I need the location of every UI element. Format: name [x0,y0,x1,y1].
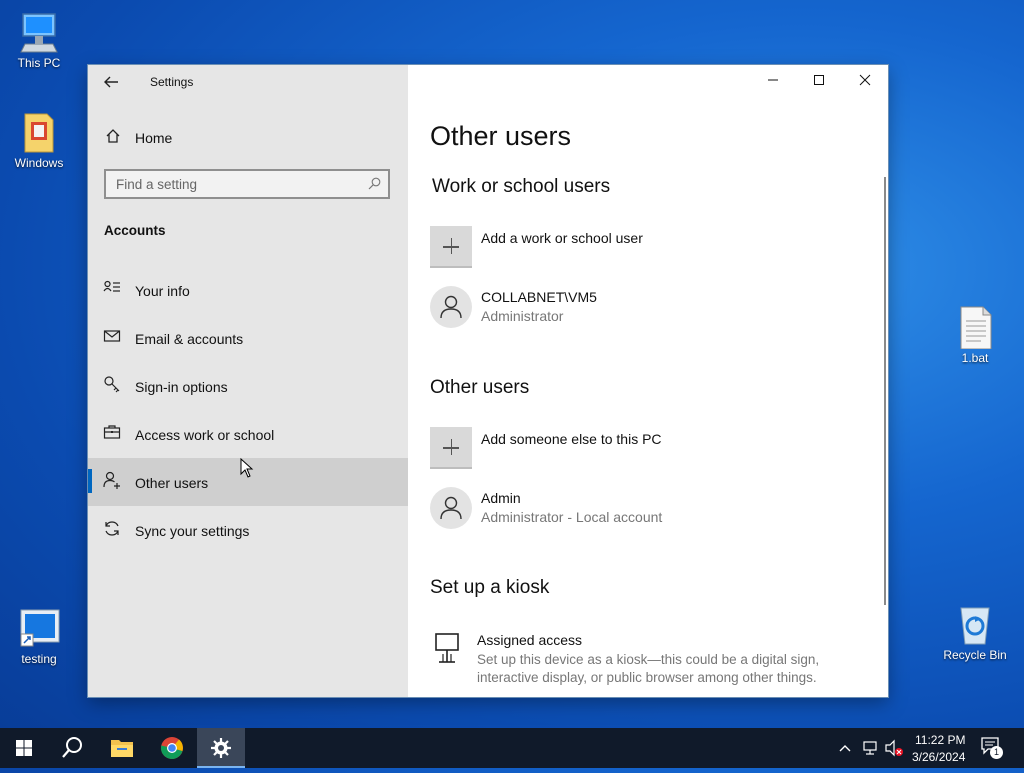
user-name: COLLABNET\VM5 [481,289,597,305]
settings-window: Settings Home Find a setting Accounts Yo… [88,65,888,697]
chevron-up-icon[interactable] [838,741,852,760]
person-icon [440,295,462,319]
minimize-icon [768,79,778,81]
plus-icon [430,226,472,268]
desktop-icon-testing[interactable]: testing [1,606,77,666]
sidebar-item-access-work-school[interactable]: Access work or school [88,410,408,458]
person-add-icon [103,471,123,491]
mouse-cursor-icon [240,457,254,483]
maximize-button[interactable] [796,65,842,97]
kiosk-display-icon [434,632,462,671]
sidebar-item-label: Access work or school [135,427,275,443]
folder-icon [111,740,133,757]
sync-icon [103,519,123,539]
start-button[interactable] [0,728,48,768]
sidebar-item-label: Email & accounts [135,331,244,347]
clock-time[interactable]: 11:22 PM [915,733,965,747]
search-taskbar-button[interactable] [48,728,96,768]
sidebar-item-label: Sync your settings [135,523,250,539]
add-work-school-user-label: Add a work or school user [481,230,643,246]
person-icon [440,496,462,520]
network-icon[interactable] [862,740,880,761]
desktop-icon-this-pc[interactable]: This PC [1,10,77,70]
sidebar-item-sign-in-options[interactable]: Sign-in options [88,362,408,410]
nav-home[interactable]: Home [88,125,408,151]
user-role: Administrator - Local account [481,509,663,525]
chrome-icon [160,737,183,759]
heading-work-school-users: Work or school users [432,176,611,197]
shortcut-window-icon [17,606,61,650]
user-name: Admin [481,490,521,506]
sidebar-item-label: Other users [135,475,209,491]
sidebar-item-sync-settings[interactable]: Sync your settings [88,506,408,554]
user-collabnet-vm5[interactable]: COLLABNET\VM5 Administrator [430,286,870,330]
desktop-icon-1bat[interactable]: 1.bat [937,305,1013,365]
volume-muted-icon[interactable] [884,739,904,762]
action-center-button[interactable]: 1 [980,736,1010,760]
assigned-access-description: Set up this device as a kiosk—this could… [477,652,820,685]
settings-main-pane: Other users Work or school users Add a w… [408,65,888,697]
user-role: Administrator [481,308,564,324]
windows-logo-icon [16,740,32,756]
sidebar-item-label: Your info [135,283,190,299]
batch-file-icon [953,305,997,350]
home-icon [105,128,121,148]
sidebar-item-label: Sign-in options [135,379,228,395]
maximize-icon [814,75,824,85]
avatar [430,487,472,529]
search-icon [62,737,82,758]
desktop-icon-recycle-bin[interactable]: Recycle Bin [937,602,1013,662]
plus-icon [430,427,472,469]
scrollbar[interactable] [884,177,886,605]
add-someone-else-button[interactable]: Add someone else to this PC [430,427,870,471]
user-admin[interactable]: Admin Administrator - Local account [430,487,870,531]
minimize-button[interactable] [750,65,796,97]
clock-date[interactable]: 3/26/2024 [912,750,965,764]
assigned-access-title: Assigned access [477,632,583,648]
taskbar: 11:22 PM 3/26/2024 1 [0,728,1024,768]
sidebar-item-email-accounts[interactable]: Email & accounts [88,314,408,362]
add-work-school-user-button[interactable]: Add a work or school user [430,226,870,270]
back-arrow-icon[interactable] [102,73,122,91]
computer-icon [17,10,61,54]
recycle-bin-icon [953,602,997,646]
sidebar-item-your-info[interactable]: Your info [88,266,408,314]
search-icon [368,177,381,190]
chrome-button[interactable] [148,728,196,768]
desktop-icon-windows[interactable]: Windows [1,110,77,170]
settings-sidebar: Settings Home Find a setting Accounts Yo… [88,65,408,697]
add-someone-else-label: Add someone else to this PC [481,431,662,447]
desktop-icon-label: Windows [14,156,64,170]
notification-badge: 1 [990,746,1003,759]
avatar [430,286,472,328]
desktop-icon-label: Recycle Bin [943,648,1007,662]
desktop-icon-label: testing [21,652,57,666]
folder-icon [17,110,61,154]
nav-home-label: Home [135,130,173,146]
person-card-icon [103,279,123,299]
close-button[interactable] [842,65,888,97]
mail-icon [103,327,123,347]
gear-icon [211,738,231,758]
heading-set-up-kiosk: Set up a kiosk [430,577,550,598]
section-label-accounts: Accounts [104,223,166,238]
desktop-icon-label: This PC [17,56,61,70]
file-explorer-button[interactable] [98,728,146,768]
desktop-icon-label: 1.bat [961,351,989,365]
assigned-access-button[interactable]: Assigned access Set up this device as a … [430,630,870,690]
close-icon [859,74,871,86]
briefcase-icon [103,423,123,443]
search-placeholder: Find a setting [116,177,198,192]
selection-indicator [88,469,92,493]
window-title: Settings [150,75,194,89]
search-input[interactable]: Find a setting [104,169,390,199]
heading-other-users: Other users [430,377,530,398]
page-title: Other users [430,121,572,151]
settings-taskbar-button[interactable] [197,728,245,768]
key-icon [103,375,123,395]
